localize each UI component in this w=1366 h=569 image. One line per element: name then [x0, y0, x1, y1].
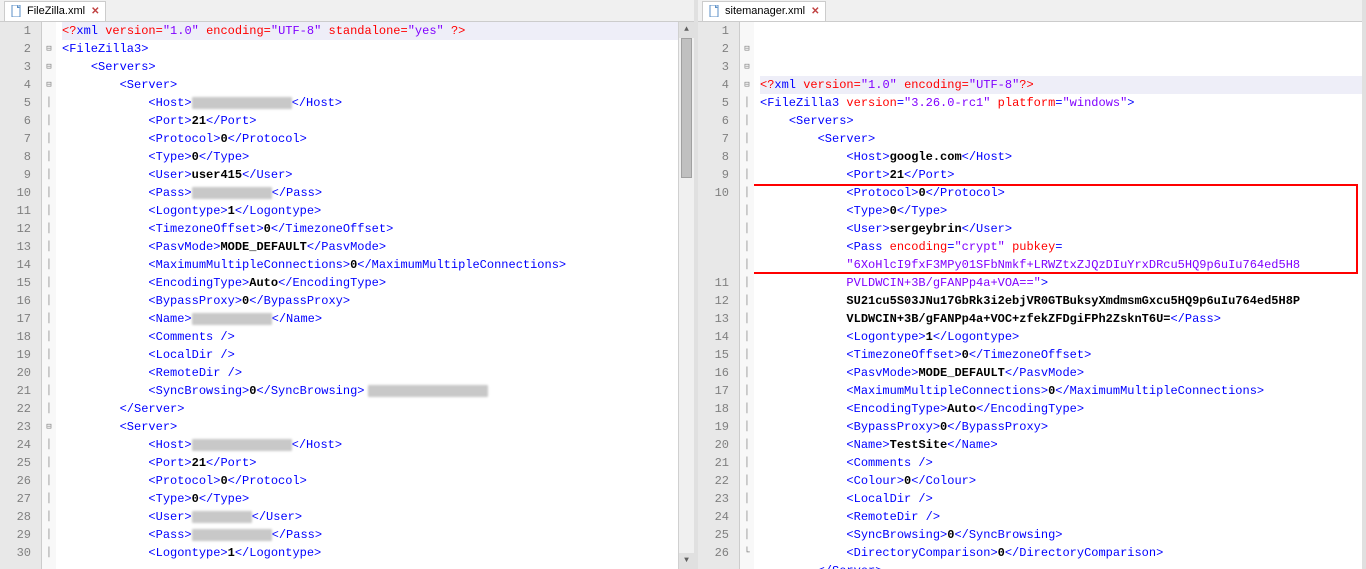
code-line[interactable]: <Pass></Pass>	[62, 526, 678, 544]
code-line[interactable]: <Name>TestSite</Name>	[760, 436, 1362, 454]
code-line[interactable]: <PasvMode>MODE_DEFAULT</PasvMode>	[760, 364, 1362, 382]
line-number-gutter: 1234567891011121314151617181920212223242…	[698, 22, 740, 569]
scroll-up-arrow[interactable]: ▲	[679, 22, 694, 38]
code-line[interactable]: <LocalDir />	[62, 346, 678, 364]
code-line[interactable]: <Host></Host>	[62, 94, 678, 112]
editor-right[interactable]: 1234567891011121314151617181920212223242…	[698, 22, 1362, 569]
code-line[interactable]: <Type>0</Type>	[760, 202, 1362, 220]
code-line[interactable]: <MaximumMultipleConnections>0</MaximumMu…	[62, 256, 678, 274]
code-line[interactable]: <FileZilla3 version="3.26.0-rc1" platfor…	[760, 94, 1362, 112]
code-line[interactable]: SU21cu5S03JNu17GbRk3i2ebjVR0GTBuksyXmdms…	[760, 292, 1362, 310]
code-line[interactable]: <PasvMode>MODE_DEFAULT</PasvMode>	[62, 238, 678, 256]
code-line[interactable]: "6XoHlcI9fxF3MPy01SFbNmkf+LRWZtxZJQzDIuY…	[760, 256, 1362, 274]
code-line[interactable]: <FileZilla3>	[62, 40, 678, 58]
code-line[interactable]: <Colour>0</Colour>	[760, 472, 1362, 490]
close-icon[interactable]: ✕	[811, 6, 819, 17]
code-line[interactable]: <Type>0</Type>	[62, 490, 678, 508]
editor-left[interactable]: 1234567891011121314151617181920212223242…	[0, 22, 694, 569]
scroll-thumb[interactable]	[681, 38, 692, 178]
code-line[interactable]: <TimezoneOffset>0</TimezoneOffset>	[760, 346, 1362, 364]
code-line[interactable]: <Servers>	[760, 112, 1362, 130]
code-line[interactable]: <SyncBrowsing>0</SyncBrowsing>	[760, 526, 1362, 544]
line-number-gutter: 1234567891011121314151617181920212223242…	[0, 22, 42, 569]
code-line[interactable]: VLDWCIN+3B/gFANPp4a+VOC+zfekZFDgiFPh2Zsk…	[760, 310, 1362, 328]
tab-bar-left: FileZilla.xml ✕	[0, 0, 694, 22]
code-line[interactable]: <Logontype>1</Logontype>	[62, 202, 678, 220]
fold-gutter[interactable]: ⊟⊟⊟│││││││││││││││││││││││││└	[740, 22, 754, 569]
vertical-scrollbar[interactable]: ▲ ▼	[678, 22, 694, 569]
code-line[interactable]: <Server>	[760, 130, 1362, 148]
code-line[interactable]: <Comments />	[760, 454, 1362, 472]
code-line[interactable]: <Pass encoding="crypt" pubkey=	[760, 238, 1362, 256]
tab-title: sitemanager.xml	[725, 5, 805, 17]
code-line[interactable]: <Port>21</Port>	[62, 112, 678, 130]
tab-bar-right: sitemanager.xml ✕	[698, 0, 1362, 22]
code-line[interactable]: <Port>21</Port>	[760, 166, 1362, 184]
code-line[interactable]: <Name></Name>	[62, 310, 678, 328]
left-editor-pane: FileZilla.xml ✕ 123456789101112131415161…	[0, 0, 698, 569]
code-line[interactable]: <Logontype>1</Logontype>	[760, 328, 1362, 346]
scroll-down-arrow[interactable]: ▼	[679, 553, 694, 569]
code-line[interactable]: <TimezoneOffset>0</TimezoneOffset>	[62, 220, 678, 238]
tab-filezilla-xml[interactable]: FileZilla.xml ✕	[4, 1, 106, 21]
right-editor-pane: sitemanager.xml ✕ 1234567891011121314151…	[698, 0, 1366, 569]
code-line[interactable]: <Protocol>0</Protocol>	[62, 130, 678, 148]
code-area[interactable]: <?xml version="1.0" encoding="UTF-8"?><F…	[754, 22, 1362, 569]
code-line[interactable]: PVLDWCIN+3B/gFANPp4a+VOA==">	[760, 274, 1362, 292]
code-line[interactable]: <Server>	[62, 418, 678, 436]
code-line[interactable]: <Host></Host>	[62, 436, 678, 454]
code-line[interactable]: <User>user415</User>	[62, 166, 678, 184]
code-line[interactable]: <SyncBrowsing>0</SyncBrowsing>	[62, 382, 678, 400]
code-line[interactable]: <EncodingType>Auto</EncodingType>	[62, 274, 678, 292]
code-line[interactable]: </Server>	[760, 562, 1362, 569]
code-line[interactable]: <Servers>	[62, 58, 678, 76]
code-line[interactable]: <?xml version="1.0" encoding="UTF-8" sta…	[62, 22, 678, 40]
code-line[interactable]: <Protocol>0</Protocol>	[760, 184, 1362, 202]
code-line[interactable]: <RemoteDir />	[760, 508, 1362, 526]
code-area[interactable]: <?xml version="1.0" encoding="UTF-8" sta…	[56, 22, 678, 569]
code-line[interactable]: <User></User>	[62, 508, 678, 526]
code-line[interactable]: <EncodingType>Auto</EncodingType>	[760, 400, 1362, 418]
close-icon[interactable]: ✕	[91, 6, 99, 17]
code-line[interactable]: <RemoteDir />	[62, 364, 678, 382]
code-line[interactable]: <Type>0</Type>	[62, 148, 678, 166]
tab-title: FileZilla.xml	[27, 5, 85, 17]
code-line[interactable]: <Logontype>1</Logontype>	[62, 544, 678, 562]
code-line[interactable]: <User>sergeybrin</User>	[760, 220, 1362, 238]
file-icon	[11, 5, 23, 17]
code-line[interactable]: </Server>	[62, 400, 678, 418]
code-line[interactable]: <Protocol>0</Protocol>	[62, 472, 678, 490]
code-line[interactable]: <Comments />	[62, 328, 678, 346]
code-line[interactable]: <Host>google.com</Host>	[760, 148, 1362, 166]
code-line[interactable]: <Port>21</Port>	[62, 454, 678, 472]
fold-gutter[interactable]: ⊟⊟⊟││││││││││││││││││⊟│││││││	[42, 22, 56, 569]
code-line[interactable]: <LocalDir />	[760, 490, 1362, 508]
tab-sitemanager-xml[interactable]: sitemanager.xml ✕	[702, 1, 826, 21]
code-line[interactable]: <Server>	[62, 76, 678, 94]
file-icon	[709, 5, 721, 17]
code-line[interactable]: <BypassProxy>0</BypassProxy>	[62, 292, 678, 310]
code-line[interactable]: <BypassProxy>0</BypassProxy>	[760, 418, 1362, 436]
code-line[interactable]: <MaximumMultipleConnections>0</MaximumMu…	[760, 382, 1362, 400]
code-line[interactable]: <DirectoryComparison>0</DirectoryCompari…	[760, 544, 1362, 562]
code-line[interactable]: <Pass></Pass>	[62, 184, 678, 202]
code-line[interactable]: <?xml version="1.0" encoding="UTF-8"?>	[760, 76, 1362, 94]
